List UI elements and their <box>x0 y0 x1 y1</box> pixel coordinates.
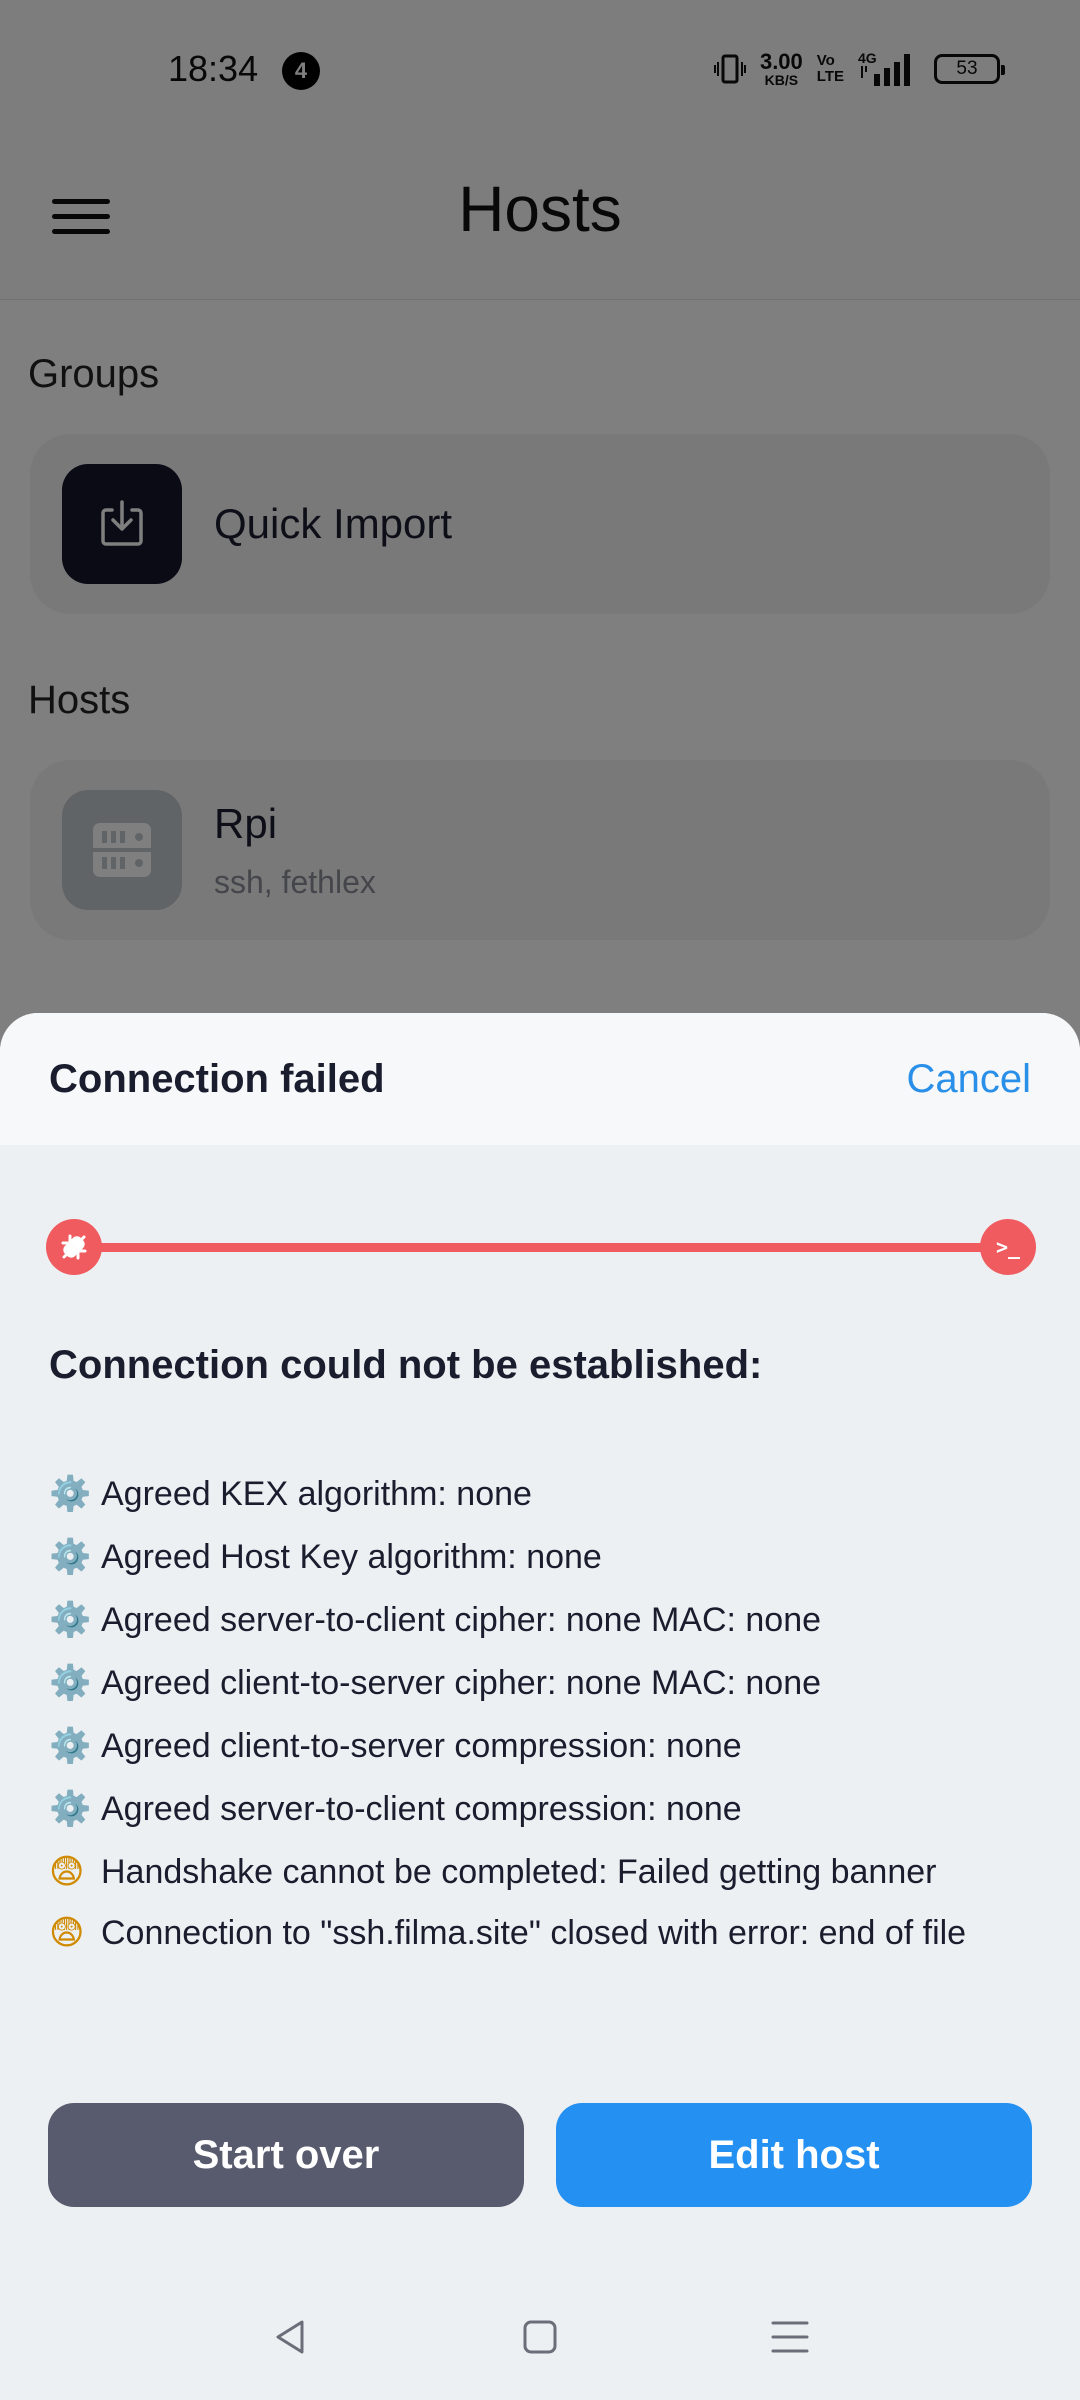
gear-icon: ⚙️ <box>49 1663 92 1703</box>
log-item: ⚙️ Agreed server-to-client compression: n… <box>49 1778 1009 1841</box>
log-item: ⚙️ Agreed client-to-server cipher: none M… <box>49 1652 1009 1715</box>
error-heading: Connection could not be established: <box>49 1343 763 1387</box>
log-item: ⚙️ Agreed KEX algorithm: none <box>49 1463 1009 1526</box>
gear-icon: ⚙️ <box>49 1789 92 1829</box>
log-text: Agreed server-to-client cipher: none MAC… <box>101 1601 822 1639</box>
fearful-face-icon: 😨 <box>49 1913 85 1953</box>
gear-icon: ⚙️ <box>49 1537 92 1577</box>
log-item: ⚙️ Agreed server-to-client cipher: none M… <box>49 1589 1009 1652</box>
connection-failed-sheet: Connection failed Cancel >_ Connection c… <box>0 1013 1080 2400</box>
system-nav-bar <box>0 2273 1080 2400</box>
sheet-header: Connection failed Cancel <box>0 1013 1080 1145</box>
back-triangle-icon[interactable] <box>260 2307 320 2367</box>
log-text: Agreed server-to-client compression: non… <box>101 1790 742 1828</box>
connection-log: ⚙️ Agreed KEX algorithm: none ⚙️ Agreed Ho… <box>49 1463 1009 1962</box>
terminal-icon: >_ <box>980 1219 1036 1275</box>
log-text: Agreed client-to-server cipher: none MAC… <box>101 1664 822 1702</box>
log-text: Agreed client-to-server compression: non… <box>101 1727 742 1765</box>
log-text: Handshake cannot be completed: Failed ge… <box>101 1853 937 1891</box>
log-item: ⚙️ Agreed Host Key algorithm: none <box>49 1526 1009 1589</box>
gear-icon: ⚙️ <box>49 1474 92 1514</box>
log-text: Connection to "ssh.filma.site" closed wi… <box>101 1914 967 1952</box>
edit-host-button[interactable]: Edit host <box>556 2103 1032 2207</box>
log-item: 😨 Connection to "ssh.filma.site" closed w… <box>49 1904 1009 1962</box>
gear-icon: ⚙️ <box>49 1726 92 1766</box>
disconnected-plug-icon <box>46 1219 102 1275</box>
sheet-title: Connection failed <box>49 1056 385 1101</box>
cancel-button[interactable]: Cancel <box>906 1057 1031 1102</box>
connection-progress: >_ <box>46 1219 1036 1275</box>
start-over-button[interactable]: Start over <box>48 2103 524 2207</box>
log-text: Agreed KEX algorithm: none <box>101 1475 532 1513</box>
recents-lines-icon[interactable] <box>760 2307 820 2367</box>
log-item: 😨 Handshake cannot be completed: Failed g… <box>49 1841 1009 1904</box>
fearful-face-icon: 😨 <box>49 1852 85 1892</box>
log-text: Agreed Host Key algorithm: none <box>101 1538 602 1576</box>
gear-icon: ⚙️ <box>49 1600 92 1640</box>
log-item: ⚙️ Agreed client-to-server compression: n… <box>49 1715 1009 1778</box>
home-square-icon[interactable] <box>510 2307 570 2367</box>
progress-line <box>72 1243 1010 1252</box>
